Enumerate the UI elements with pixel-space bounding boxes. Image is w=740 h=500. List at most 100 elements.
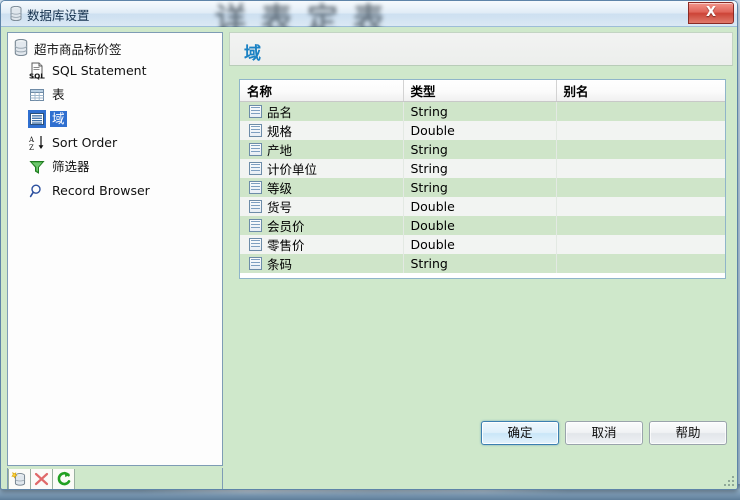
close-button[interactable]: X — [688, 2, 734, 24]
new-database-button[interactable] — [8, 468, 31, 489]
sidebar-item-sort-order[interactable]: A Z Sort Order — [28, 131, 222, 155]
cell-field-name: 产地 — [240, 139, 404, 159]
cell-field-alias — [556, 101, 725, 121]
cell-field-alias — [556, 139, 725, 159]
field-row-icon — [249, 180, 262, 194]
grid-header-row: 名称 类型 别名 — [240, 80, 725, 102]
dialog-client-area: 超市商品标价签 SQL SQL Statement 表 域 A Z Sort O… — [1, 27, 737, 489]
delete-button[interactable] — [31, 468, 53, 489]
svg-text:SQL: SQL — [29, 72, 45, 81]
field-row-icon — [249, 218, 262, 232]
window-title: 数据库设置 — [27, 8, 90, 23]
column-header-name[interactable]: 名称 — [240, 80, 404, 102]
sidebar-item-record-browser[interactable]: Record Browser — [28, 179, 222, 203]
cell-field-alias — [556, 177, 725, 197]
table-row[interactable]: 品名 String — [240, 101, 725, 121]
sidebar-item-fields[interactable]: 域 — [28, 107, 222, 131]
table-row[interactable]: 计价单位 String — [240, 158, 725, 178]
field-row-icon — [249, 199, 262, 213]
help-button[interactable]: 帮助 — [649, 421, 727, 445]
database-icon — [14, 39, 28, 56]
field-name-label: 条码 — [267, 256, 293, 272]
fields-panel: 域 名称 类型 别名 品名 String 规格 Double 产地 String… — [229, 32, 733, 466]
cell-field-type: String — [403, 158, 557, 178]
refresh-button[interactable] — [53, 468, 75, 489]
cell-field-type: Double — [403, 234, 557, 254]
field-row-icon — [249, 123, 262, 137]
table-row[interactable]: 条码 String — [240, 253, 725, 273]
tree-toolbar — [7, 468, 223, 489]
cell-field-alias — [556, 253, 725, 273]
cell-field-name: 货号 — [240, 196, 404, 216]
cell-field-type: String — [403, 253, 557, 273]
cell-field-name: 品名 — [240, 101, 404, 121]
table-row[interactable]: 货号 Double — [240, 196, 725, 216]
database-settings-dialog: 详表定表 数据库设置 X 超市商品标价签 SQL SQL Statement 表… — [0, 0, 738, 490]
cell-field-alias — [556, 196, 725, 216]
column-header-alias[interactable]: 别名 — [556, 80, 725, 102]
green-refresh-icon — [57, 471, 71, 485]
cell-field-type: Double — [403, 215, 557, 235]
field-row-icon — [249, 142, 262, 156]
cell-field-name: 零售价 — [240, 234, 404, 254]
sql-document-icon: SQL — [28, 62, 46, 81]
cell-field-type: String — [403, 101, 557, 121]
table-row[interactable]: 零售价 Double — [240, 234, 725, 254]
page-title: 域 — [244, 44, 261, 64]
database-icon — [10, 6, 22, 21]
field-name-label: 产地 — [267, 142, 293, 158]
column-header-type[interactable]: 类型 — [403, 80, 557, 102]
cell-field-alias — [556, 234, 725, 254]
table-row[interactable]: 等级 String — [240, 177, 725, 197]
object-tree-panel: 超市商品标价签 SQL SQL Statement 表 域 A Z Sort O… — [7, 32, 223, 466]
cell-field-type: String — [403, 139, 557, 159]
cell-field-name: 规格 — [240, 120, 404, 140]
field-name-label: 货号 — [267, 199, 293, 215]
cell-field-name: 等级 — [240, 177, 404, 197]
fields-grid[interactable]: 名称 类型 别名 品名 String 规格 Double 产地 String 计价单位 Str… — [239, 79, 726, 279]
sidebar-item-label: Sort Order — [52, 135, 118, 150]
sort-az-icon: A Z — [28, 134, 46, 152]
sidebar-item-label: 域 — [50, 111, 67, 127]
field-name-label: 品名 — [267, 104, 293, 120]
database-new-icon — [11, 471, 26, 486]
sidebar-item-tables[interactable]: 表 — [28, 83, 222, 107]
field-name-label: 规格 — [267, 123, 293, 139]
cancel-button[interactable]: 取消 — [565, 421, 643, 445]
tree-root-node[interactable]: 超市商品标价签 — [12, 37, 222, 59]
red-x-icon — [34, 472, 49, 485]
field-list-icon — [28, 110, 46, 128]
table-row[interactable]: 产地 String — [240, 139, 725, 159]
table-row[interactable]: 会员价 Double — [240, 215, 725, 235]
sidebar-item-label: 筛选器 — [52, 159, 90, 174]
magnifier-icon — [28, 182, 46, 200]
field-row-icon — [249, 104, 262, 118]
cell-field-alias — [556, 215, 725, 235]
cell-field-type: Double — [403, 120, 557, 140]
field-row-icon — [249, 256, 262, 270]
cell-field-name: 条码 — [240, 253, 404, 273]
sidebar-item-label: SQL Statement — [52, 63, 147, 78]
title-bar[interactable]: 详表定表 数据库设置 X — [1, 1, 737, 38]
close-icon: X — [705, 5, 717, 20]
funnel-filter-icon — [28, 158, 46, 176]
cell-field-type: Double — [403, 196, 557, 216]
sidebar-item-sql-statement[interactable]: SQL SQL Statement — [28, 59, 222, 83]
table-row[interactable]: 规格 Double — [240, 120, 725, 140]
cell-field-alias — [556, 158, 725, 178]
svg-text:A: A — [28, 136, 35, 144]
tree-root-label: 超市商品标价签 — [34, 42, 122, 57]
cell-field-name: 计价单位 — [240, 158, 404, 178]
cell-field-type: String — [403, 177, 557, 197]
field-name-label: 计价单位 — [267, 161, 318, 177]
field-row-icon — [249, 237, 262, 251]
cell-field-alias — [556, 120, 725, 140]
resize-grip[interactable] — [723, 475, 736, 488]
field-row-icon — [249, 161, 262, 175]
ok-button[interactable]: 确定 — [481, 421, 559, 445]
field-name-label: 等级 — [267, 180, 293, 196]
table-grid-icon — [28, 86, 46, 104]
sidebar-item-filter[interactable]: 筛选器 — [28, 155, 222, 179]
cell-field-name: 会员价 — [240, 215, 404, 235]
sidebar-item-label: Record Browser — [52, 183, 150, 198]
